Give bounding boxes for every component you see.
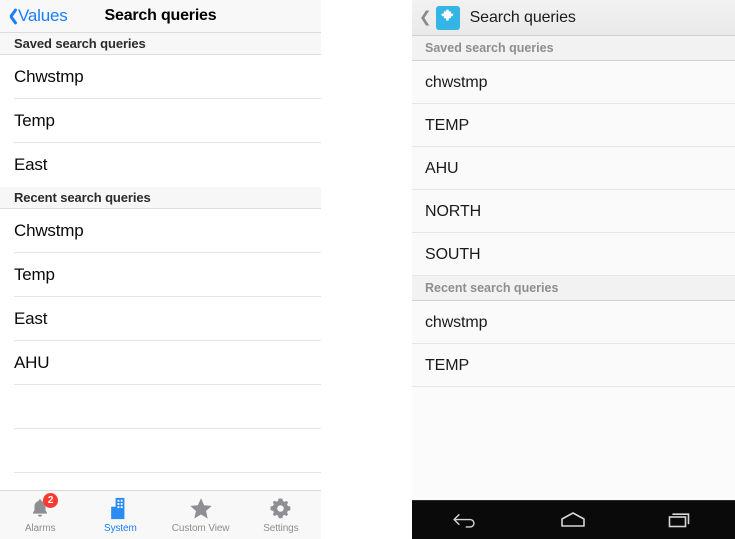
android-list: Saved search queries chwstmp TEMP AHU NO… <box>412 36 735 387</box>
list-item[interactable]: chwstmp <box>412 61 735 104</box>
tab-custom-view[interactable]: Custom View <box>161 491 241 539</box>
list-item[interactable]: Chwstmp <box>0 55 321 99</box>
ios-list: Saved search queries Chwstmp Temp East R… <box>0 33 321 473</box>
ios-tab-bar: 2 Alarms System <box>0 490 321 539</box>
chevron-left-icon <box>5 7 16 26</box>
android-action-bar: ❮ Search queries <box>412 0 735 36</box>
list-item[interactable]: AHU <box>0 341 321 385</box>
bell-icon: 2 <box>25 495 55 521</box>
android-navigation-bar <box>412 500 735 539</box>
section-header-saved: Saved search queries <box>412 36 735 61</box>
empty-row <box>0 385 321 429</box>
list-item[interactable]: AHU <box>412 147 735 190</box>
page-title: Search queries <box>470 9 576 27</box>
list-item[interactable]: TEMP <box>412 104 735 147</box>
list-item[interactable]: Temp <box>0 253 321 297</box>
building-icon <box>105 495 135 521</box>
list-item[interactable]: TEMP <box>412 344 735 387</box>
tab-alarms[interactable]: 2 Alarms <box>0 491 80 539</box>
back-button-label: Values <box>18 6 68 26</box>
tab-system[interactable]: System <box>80 491 160 539</box>
recent-apps-icon[interactable] <box>651 505 711 535</box>
list-item[interactable]: SOUTH <box>412 233 735 276</box>
list-item[interactable]: NORTH <box>412 190 735 233</box>
puzzle-piece-app-icon[interactable] <box>436 6 460 30</box>
chevron-left-icon[interactable]: ❮ <box>419 10 432 25</box>
empty-row <box>0 429 321 473</box>
back-arrow-icon[interactable] <box>436 505 496 535</box>
status-badge: 2 <box>43 493 58 508</box>
tab-label: Settings <box>263 523 298 534</box>
list-item[interactable]: East <box>0 143 321 187</box>
tab-label: Alarms <box>25 523 56 534</box>
list-item[interactable]: Chwstmp <box>0 209 321 253</box>
home-icon[interactable] <box>543 505 603 535</box>
tab-label: System <box>104 523 137 534</box>
ios-app-panel: Values Search queries Saved search queri… <box>0 0 321 539</box>
gear-icon <box>266 495 296 521</box>
android-list-empty-area <box>412 387 735 499</box>
ios-navigation-bar: Values Search queries <box>0 0 321 33</box>
list-item[interactable]: chwstmp <box>412 301 735 344</box>
back-button[interactable]: Values <box>5 6 68 26</box>
section-header-recent: Recent search queries <box>0 187 321 209</box>
tab-label: Custom View <box>172 523 230 534</box>
star-icon <box>186 495 216 521</box>
tab-settings[interactable]: Settings <box>241 491 321 539</box>
list-item[interactable]: Temp <box>0 99 321 143</box>
android-app-panel: ❮ Search queries Saved search queries ch… <box>412 0 735 539</box>
list-item[interactable]: East <box>0 297 321 341</box>
section-header-saved: Saved search queries <box>0 33 321 55</box>
section-header-recent: Recent search queries <box>412 276 735 301</box>
